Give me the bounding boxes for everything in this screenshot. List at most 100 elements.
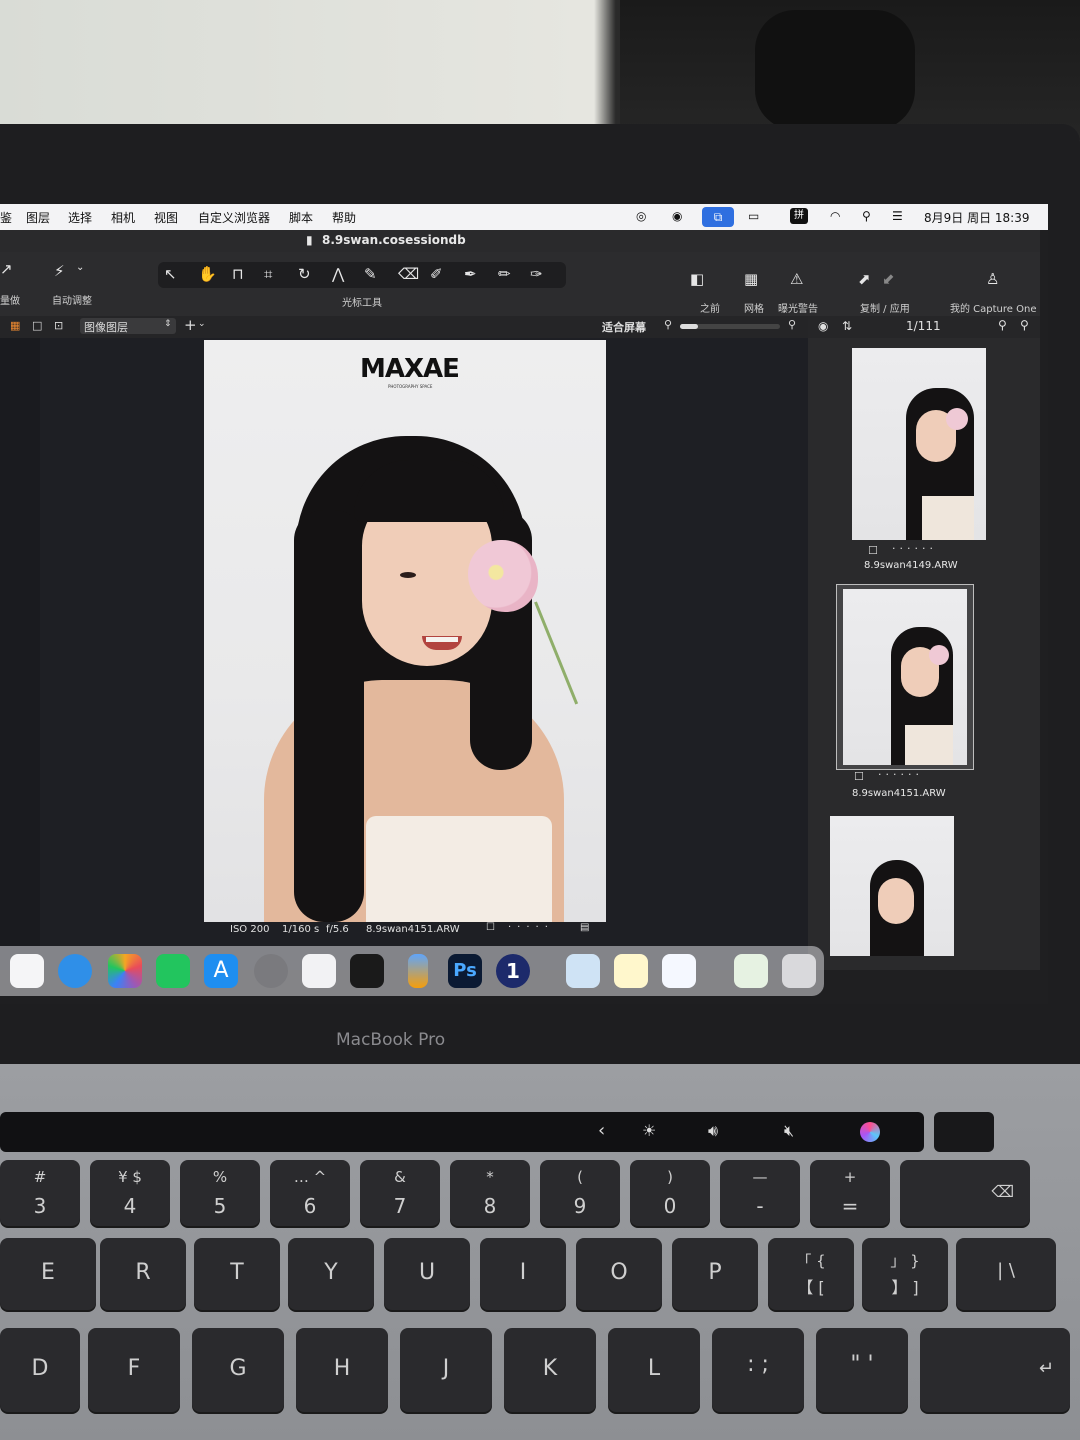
key-e[interactable]: E (0, 1238, 96, 1310)
star-rating[interactable]: ····· (508, 922, 554, 933)
pointer-tool-icon[interactable]: ↖ (164, 265, 177, 283)
menu-item-custom-browser[interactable]: 自定义浏览器 (198, 209, 270, 226)
key-k[interactable]: K (504, 1328, 596, 1412)
apply-adjustments-icon[interactable]: ⬋ (882, 270, 895, 288)
notes-icon[interactable] (614, 954, 648, 988)
key-3[interactable]: #3 (0, 1160, 80, 1226)
creative-cloud-icon[interactable]: ◎ (636, 209, 646, 223)
compare-view-icon[interactable]: ⊡ (54, 319, 63, 332)
crop-tool-icon[interactable]: ⌗ (264, 265, 272, 283)
siri-icon[interactable] (860, 1122, 880, 1142)
trash-icon[interactable] (782, 954, 816, 988)
finder-image-icon[interactable] (566, 954, 600, 988)
edit-arrow-icon[interactable]: ↗ (0, 260, 13, 278)
key-o[interactable]: O (576, 1238, 662, 1310)
thumb-checkbox-icon[interactable]: ☐ (854, 770, 864, 783)
photos-icon[interactable] (108, 954, 142, 988)
menu-item-edit[interactable]: 鉴 (0, 209, 12, 226)
app-store-icon[interactable]: A (204, 954, 238, 988)
eraser-tool-icon[interactable]: ⌫ (398, 265, 419, 283)
sort-icon[interactable]: ⇅ (842, 319, 852, 333)
screen-mirror-icon[interactable]: ⧉ (702, 207, 734, 227)
menu-item-help[interactable]: 帮助 (332, 209, 356, 226)
key-equals[interactable]: + = (810, 1160, 890, 1226)
hand-tool-icon[interactable]: ✋ (198, 265, 217, 283)
key-r[interactable]: R (100, 1238, 186, 1310)
exposure-warning-icon[interactable]: ⚠ (790, 270, 803, 288)
thumb-rating[interactable]: ······ (892, 542, 937, 555)
browser-thumb[interactable] (852, 348, 986, 540)
visibility-eye-icon[interactable]: ◉ (818, 319, 828, 333)
stamp-tool-icon[interactable]: ⊓ (232, 265, 244, 283)
volume-icon[interactable]: 🔊︎ (708, 1121, 718, 1141)
key-delete[interactable]: ⌫ (900, 1160, 1030, 1226)
capture-one-icon[interactable]: 1 (496, 954, 530, 988)
zoom-out-icon[interactable]: ⚲ (664, 318, 672, 331)
thumb-rating[interactable]: ······ (878, 768, 923, 781)
brush-tool-icon[interactable]: ✎ (364, 265, 377, 283)
draw-mask-icon[interactable]: ✐ (430, 265, 443, 283)
menubar-clock[interactable]: 8月9日 周日 18:39 (924, 209, 1029, 226)
browser-thumb-selected[interactable] (836, 584, 974, 770)
system-settings-icon[interactable] (254, 954, 288, 988)
picker-tool-icon[interactable]: ✒ (464, 265, 477, 283)
search-icon[interactable]: ⚲ (998, 318, 1007, 332)
touchbar-collapse-icon[interactable]: ‹ (598, 1120, 605, 1141)
grid-icon[interactable]: ▦ (744, 270, 758, 288)
key-7[interactable]: & 7 (360, 1160, 440, 1226)
magic-wand-icon[interactable]: ⚡ (54, 262, 65, 280)
user-icon[interactable]: ♙ (986, 270, 999, 288)
battery-icon[interactable]: ▭ (748, 209, 759, 223)
color-tag-icon[interactable]: ▤ (580, 922, 589, 933)
browser-thumb[interactable] (830, 816, 954, 956)
key-h[interactable]: H (296, 1328, 388, 1412)
key-backslash[interactable]: | \ (956, 1238, 1056, 1310)
zoom-thumb-icon[interactable]: ⚲ (1020, 318, 1029, 332)
touch-id-key[interactable] (934, 1112, 994, 1152)
key-0[interactable]: ) 0 (630, 1160, 710, 1226)
menu-item-scripts[interactable]: 脚本 (289, 209, 313, 226)
key-t[interactable]: T (194, 1238, 280, 1310)
preview-icon[interactable] (350, 954, 384, 988)
pasteboard-icon[interactable] (734, 954, 768, 988)
layer-select[interactable]: 图像图层 ⇕ (80, 318, 176, 334)
menu-item-layers[interactable]: 图层 (26, 209, 50, 226)
grid-view-icon[interactable]: ▦ (10, 319, 20, 332)
airdrop-icon[interactable]: ◉ (672, 209, 682, 223)
photoshop-icon[interactable]: Ps (448, 954, 482, 988)
rotate-tool-icon[interactable]: ↻ (298, 265, 311, 283)
key-u[interactable]: U (384, 1238, 470, 1310)
key-l[interactable]: L (608, 1328, 700, 1412)
keystone-tool-icon[interactable]: ⋀ (332, 265, 344, 283)
key-minus[interactable]: — - (720, 1160, 800, 1226)
key-f[interactable]: F (88, 1328, 180, 1412)
key-5[interactable]: % 5 (180, 1160, 260, 1226)
cloud-drive-icon[interactable] (662, 954, 696, 988)
key-semicolon[interactable]: : ; (712, 1328, 804, 1412)
key-return[interactable]: ↵ (920, 1328, 1070, 1412)
chevron-down-icon[interactable]: ⌄ (198, 319, 206, 329)
key-quote[interactable]: " ' (816, 1328, 908, 1412)
key-y[interactable]: Y (288, 1238, 374, 1310)
key-g[interactable]: G (192, 1328, 284, 1412)
menu-item-select[interactable]: 选择 (68, 209, 92, 226)
key-right-bracket[interactable]: 」 } 】 ] (862, 1238, 948, 1310)
menu-item-camera[interactable]: 相机 (111, 209, 135, 226)
chevron-down-icon[interactable]: ⌄ (76, 262, 84, 273)
thumb-checkbox-icon[interactable]: ☐ (868, 544, 878, 557)
mute-icon[interactable]: 🔇︎ (784, 1121, 794, 1141)
fit-screen-label[interactable]: 适合屏幕 (602, 319, 646, 335)
pencil-app-icon[interactable] (408, 954, 428, 988)
copy-adjustments-icon[interactable]: ⬈ (858, 270, 871, 288)
annotation-tool-icon[interactable]: ✏ (498, 265, 511, 283)
input-method-icon[interactable]: 拼 (790, 208, 808, 224)
launchpad-icon[interactable] (10, 954, 44, 988)
main-photo[interactable]: MAXAE PHOTOGRAPHY SPACE (204, 340, 606, 922)
control-center-icon[interactable]: ☰ (892, 209, 903, 223)
menu-item-view[interactable]: 视图 (154, 209, 178, 226)
zoom-slider[interactable] (680, 324, 780, 329)
add-layer-icon[interactable]: + (184, 316, 197, 334)
key-d[interactable]: D (0, 1328, 80, 1412)
spotlight-search-icon[interactable]: ⚲ (862, 209, 871, 223)
key-8[interactable]: * 8 (450, 1160, 530, 1226)
